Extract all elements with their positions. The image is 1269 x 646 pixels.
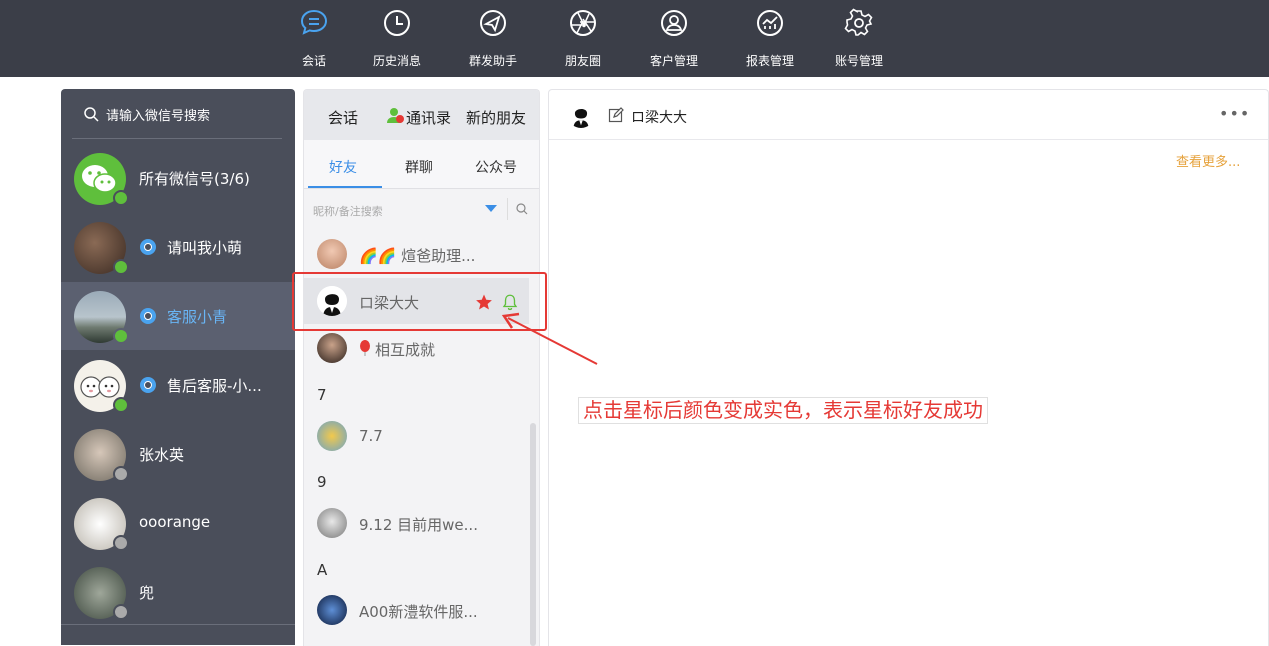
contact-item[interactable]: 相互成就	[304, 325, 529, 371]
nav-item-moments[interactable]: 朋友圈	[548, 0, 618, 77]
account-item[interactable]: 请叫我小萌	[61, 213, 295, 281]
tab-new-friends[interactable]: 新的朋友	[466, 107, 526, 128]
contact-item[interactable]: 9.12 目前用we...	[304, 500, 529, 546]
avatar	[317, 595, 347, 625]
contact-name: 7.7	[359, 427, 383, 445]
nav-item-history[interactable]: 历史消息	[362, 0, 432, 77]
active-tab-underline	[308, 186, 382, 188]
divider	[61, 624, 295, 625]
offline-status-dot	[113, 466, 129, 482]
avatar	[317, 333, 347, 363]
nav-item-label: 会话	[301, 54, 326, 68]
account-item[interactable]: 所有微信号(3/6)	[61, 144, 295, 212]
contact-item[interactable]: A00新澧软件服...	[304, 587, 529, 633]
nav-item-label: 朋友圈	[564, 54, 601, 68]
nav-item-accounts[interactable]: 账号管理	[824, 0, 894, 77]
account-item[interactable]: 张水英	[61, 420, 295, 488]
qq-icon	[140, 377, 156, 393]
contact-search-button[interactable]	[507, 198, 534, 220]
chat-panel: ロ梁大大 ••• 查看更多...	[548, 89, 1269, 646]
highlight-box	[292, 272, 547, 331]
avatar	[317, 508, 347, 538]
account-name: 请叫我小萌	[167, 239, 243, 257]
contact-item[interactable]: 🌈🌈 煊爸助理...	[304, 231, 529, 277]
online-status-dot	[113, 397, 129, 413]
online-status-dot	[113, 259, 129, 275]
search-icon	[516, 203, 528, 215]
customer-icon	[661, 10, 687, 36]
avatar	[317, 239, 347, 269]
scrollbar[interactable]	[530, 423, 536, 646]
qq-icon	[140, 239, 156, 255]
account-name: 张水英	[139, 446, 185, 464]
subtab-groups[interactable]: 群聊	[405, 157, 433, 177]
balloon-icon	[360, 340, 370, 356]
nav-item-label: 历史消息	[372, 54, 421, 68]
section-header: A	[317, 561, 328, 579]
chat-title: ロ梁大大	[631, 110, 687, 126]
contact-name: 9.12 目前用we...	[359, 516, 478, 534]
nav-item-label: 客户管理	[649, 54, 698, 68]
dropdown-arrow-icon[interactable]	[485, 205, 497, 212]
account-item[interactable]: 兜	[61, 558, 295, 626]
contacts-panel: 会话 通讯录 新的朋友 好友 群聊 公众号 昵称/备注搜索 🌈🌈 煊爸助理...	[303, 89, 540, 646]
account-item[interactable]: 售后客服-小...	[61, 351, 295, 419]
contact-name: 相互成就	[375, 341, 436, 359]
tab-contacts[interactable]: 通讯录	[406, 107, 451, 128]
aperture-icon	[570, 10, 596, 36]
account-name: ooorange	[139, 513, 211, 531]
tab-sessions[interactable]: 会话	[328, 107, 358, 128]
contact-name: A00新澧软件服...	[359, 603, 478, 621]
see-more-link[interactable]: 查看更多...	[1176, 151, 1240, 170]
avatar	[317, 421, 347, 451]
account-item-selected[interactable]: 客服小青	[61, 282, 295, 350]
contact-name: 🌈🌈 煊爸助理...	[359, 247, 476, 265]
nav-item-chat[interactable]: 会话	[279, 0, 349, 77]
nav-item-reports[interactable]: 报表管理	[735, 0, 805, 77]
account-name: 客服小青	[167, 308, 228, 326]
more-options-button[interactable]: •••	[1219, 104, 1250, 123]
section-header: 9	[317, 473, 327, 491]
chat-bubble-icon	[300, 9, 328, 35]
contact-search-input[interactable]: 昵称/备注搜索	[313, 203, 383, 219]
avatar	[568, 102, 594, 128]
contacts-book-icon	[386, 107, 404, 124]
paper-plane-icon	[480, 10, 506, 36]
account-item[interactable]: ooorange	[61, 489, 295, 557]
annotation-text: 点击星标后颜色变成实色，表示星标好友成功	[578, 397, 988, 424]
gear-icon	[844, 8, 873, 36]
account-search-input[interactable]: 请输入微信号搜索	[106, 105, 210, 124]
search-icon	[84, 107, 99, 122]
edit-icon[interactable]	[608, 107, 624, 123]
account-name: 售后客服-小...	[167, 377, 262, 395]
contact-item[interactable]: 7.7	[304, 413, 529, 459]
contacts-subtab-bar: 好友 群聊 公众号	[304, 140, 539, 189]
subtab-official-accounts[interactable]: 公众号	[475, 157, 517, 177]
nav-item-label: 账号管理	[834, 54, 883, 68]
offline-status-dot	[113, 535, 129, 551]
nav-item-customers[interactable]: 客户管理	[639, 0, 709, 77]
nav-item-label: 报表管理	[745, 54, 794, 68]
online-status-dot	[113, 328, 129, 344]
contact-filter: 昵称/备注搜索	[304, 189, 539, 227]
section-header: 7	[317, 386, 327, 404]
clock-icon	[384, 10, 410, 36]
top-nav-bar: 会话 历史消息 群发助手 朋友圈 客户管理 报表管理 账号管理	[0, 0, 1269, 77]
qq-icon	[140, 308, 156, 324]
account-search[interactable]: 请输入微信号搜索	[72, 89, 282, 139]
subtab-friends[interactable]: 好友	[329, 157, 357, 177]
account-name: 所有微信号(3/6)	[139, 170, 250, 188]
contacts-tab-bar: 会话 通讯录 新的朋友	[304, 90, 539, 140]
nav-item-label: 群发助手	[468, 54, 517, 68]
report-chart-icon	[757, 10, 783, 36]
online-status-dot	[113, 190, 129, 206]
chat-header: ロ梁大大 •••	[549, 90, 1268, 140]
account-name: 兜	[139, 584, 155, 602]
accounts-panel: 请输入微信号搜索 所有微信号(3/6) 请叫我小萌 客服小青 售后客服-小...…	[61, 89, 295, 645]
nav-item-broadcast[interactable]: 群发助手	[458, 0, 528, 77]
offline-status-dot	[113, 604, 129, 620]
